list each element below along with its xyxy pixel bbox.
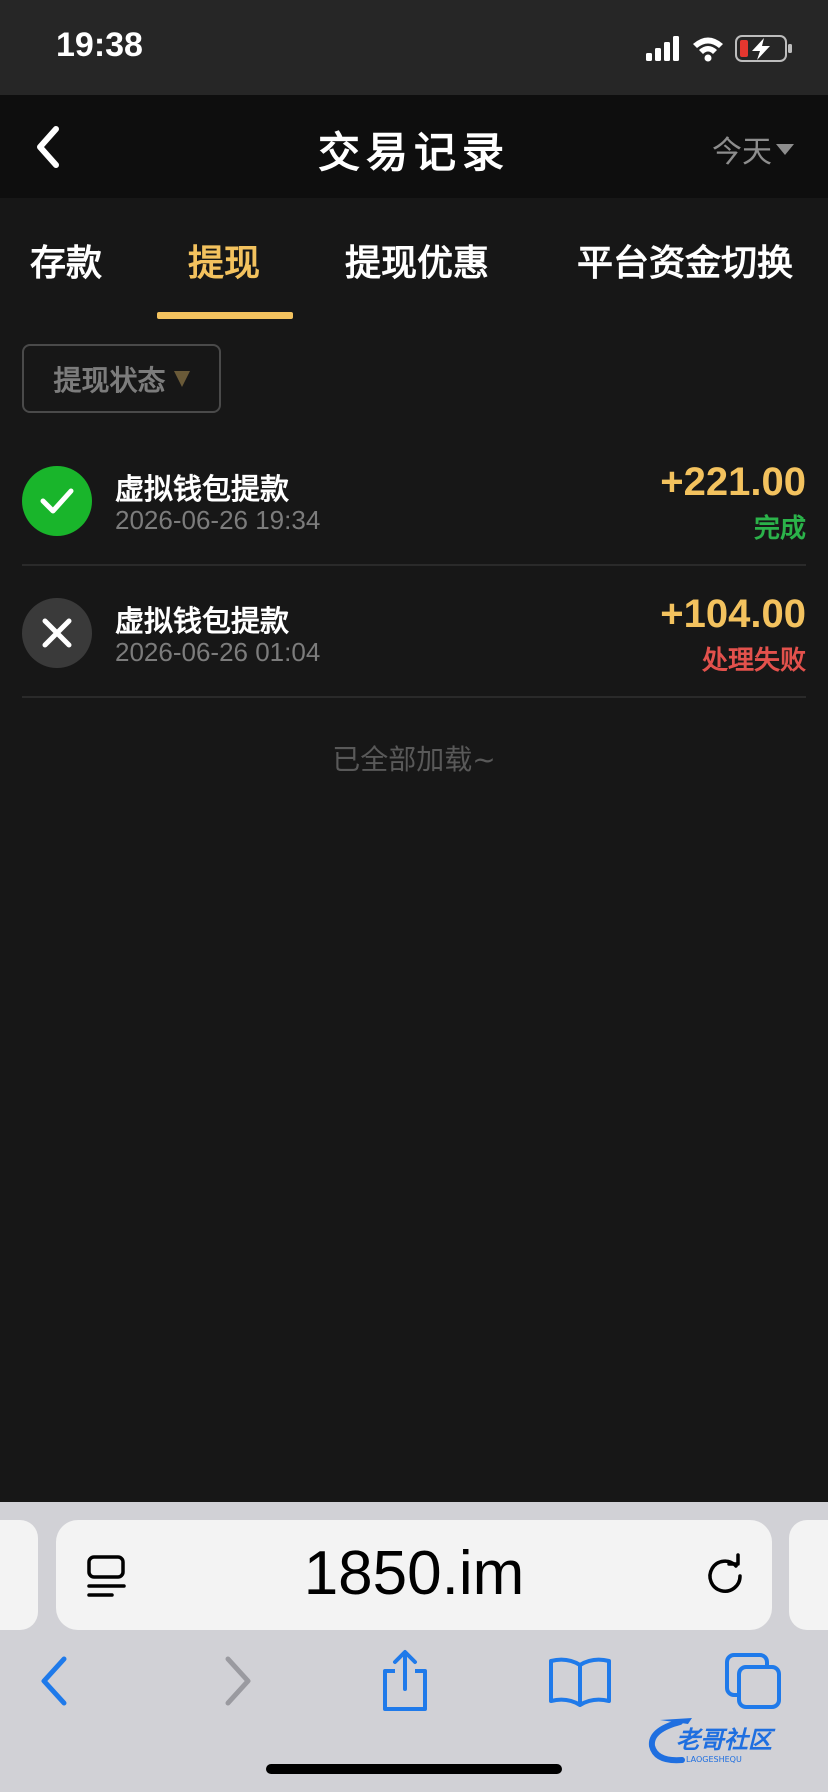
success-check-icon — [22, 466, 92, 536]
status-time: 19:38 — [56, 26, 143, 64]
svg-text:老哥社区: 老哥社区 — [676, 1726, 776, 1754]
caret-down-icon — [173, 370, 190, 387]
bookmarks-button[interactable] — [545, 1646, 615, 1716]
tab-withdraw-bonus[interactable]: 提现优惠 — [345, 234, 489, 286]
list-item[interactable]: 虚拟钱包提款 2026-06-26 01:04 +104.00 处理失败 — [0, 566, 828, 698]
chevron-left-icon — [41, 1656, 67, 1706]
battery-icon — [735, 35, 792, 62]
browser-forward-button[interactable] — [200, 1646, 270, 1716]
previous-tab-preview[interactable] — [0, 1520, 38, 1630]
caret-down-icon — [776, 143, 794, 155]
record-time: 2026-06-26 01:04 — [115, 637, 321, 667]
record-title: 虚拟钱包提款 — [115, 472, 290, 506]
page-title: 交易记录 — [317, 128, 510, 177]
share-button[interactable] — [370, 1646, 440, 1716]
svg-text:LAOGESHEQU: LAOGESHEQU — [686, 1755, 742, 1764]
active-tab-indicator — [157, 312, 293, 319]
share-icon — [383, 1650, 427, 1711]
list-item[interactable]: 虚拟钱包提款 2026-06-26 19:34 +221.00 完成 — [0, 434, 828, 566]
status-bar: 19:38 — [0, 0, 828, 95]
next-tab-preview[interactable] — [789, 1520, 828, 1630]
home-indicator — [266, 1764, 562, 1774]
tabs-icon — [725, 1653, 781, 1709]
record-amount: +104.00 — [660, 592, 806, 636]
tab-deposit[interactable]: 存款 — [30, 234, 102, 286]
address-bar[interactable]: 1850.im — [56, 1520, 772, 1630]
tab-bar: 存款 提现 提现优惠 平台资金切换 — [0, 198, 828, 320]
tab-platform-transfer[interactable]: 平台资金切换 — [577, 234, 793, 286]
date-filter-label: 今天 — [712, 135, 772, 170]
tab-withdraw[interactable]: 提现 — [188, 234, 260, 286]
wifi-icon — [693, 37, 723, 62]
date-filter-dropdown[interactable]: 今天 — [712, 127, 794, 171]
book-icon — [549, 1657, 611, 1707]
divider — [22, 696, 806, 698]
reload-icon[interactable] — [702, 1552, 748, 1598]
status-filter-label: 提现状态 — [53, 363, 166, 397]
record-time: 2026-06-26 19:34 — [115, 505, 321, 535]
record-status: 完成 — [753, 514, 806, 544]
tabs-button[interactable] — [718, 1646, 788, 1716]
failed-x-icon — [22, 598, 92, 668]
watermark-logo: 老哥社区 LAOGESHEQU — [640, 1712, 815, 1766]
record-status: 处理失败 — [701, 646, 806, 676]
signal-icon — [646, 36, 679, 61]
nav-bar: 交易记录 今天 — [0, 95, 828, 198]
browser-back-button[interactable] — [22, 1646, 92, 1716]
record-amount: +221.00 — [660, 460, 806, 504]
status-icons — [646, 34, 796, 64]
list-end-message: 已全部加载~ — [332, 743, 496, 776]
chevron-right-icon — [225, 1656, 251, 1706]
withdraw-status-filter[interactable]: 提现状态 — [22, 344, 221, 413]
record-title: 虚拟钱包提款 — [115, 604, 290, 638]
url-text[interactable]: 1850.im — [56, 1538, 772, 1609]
